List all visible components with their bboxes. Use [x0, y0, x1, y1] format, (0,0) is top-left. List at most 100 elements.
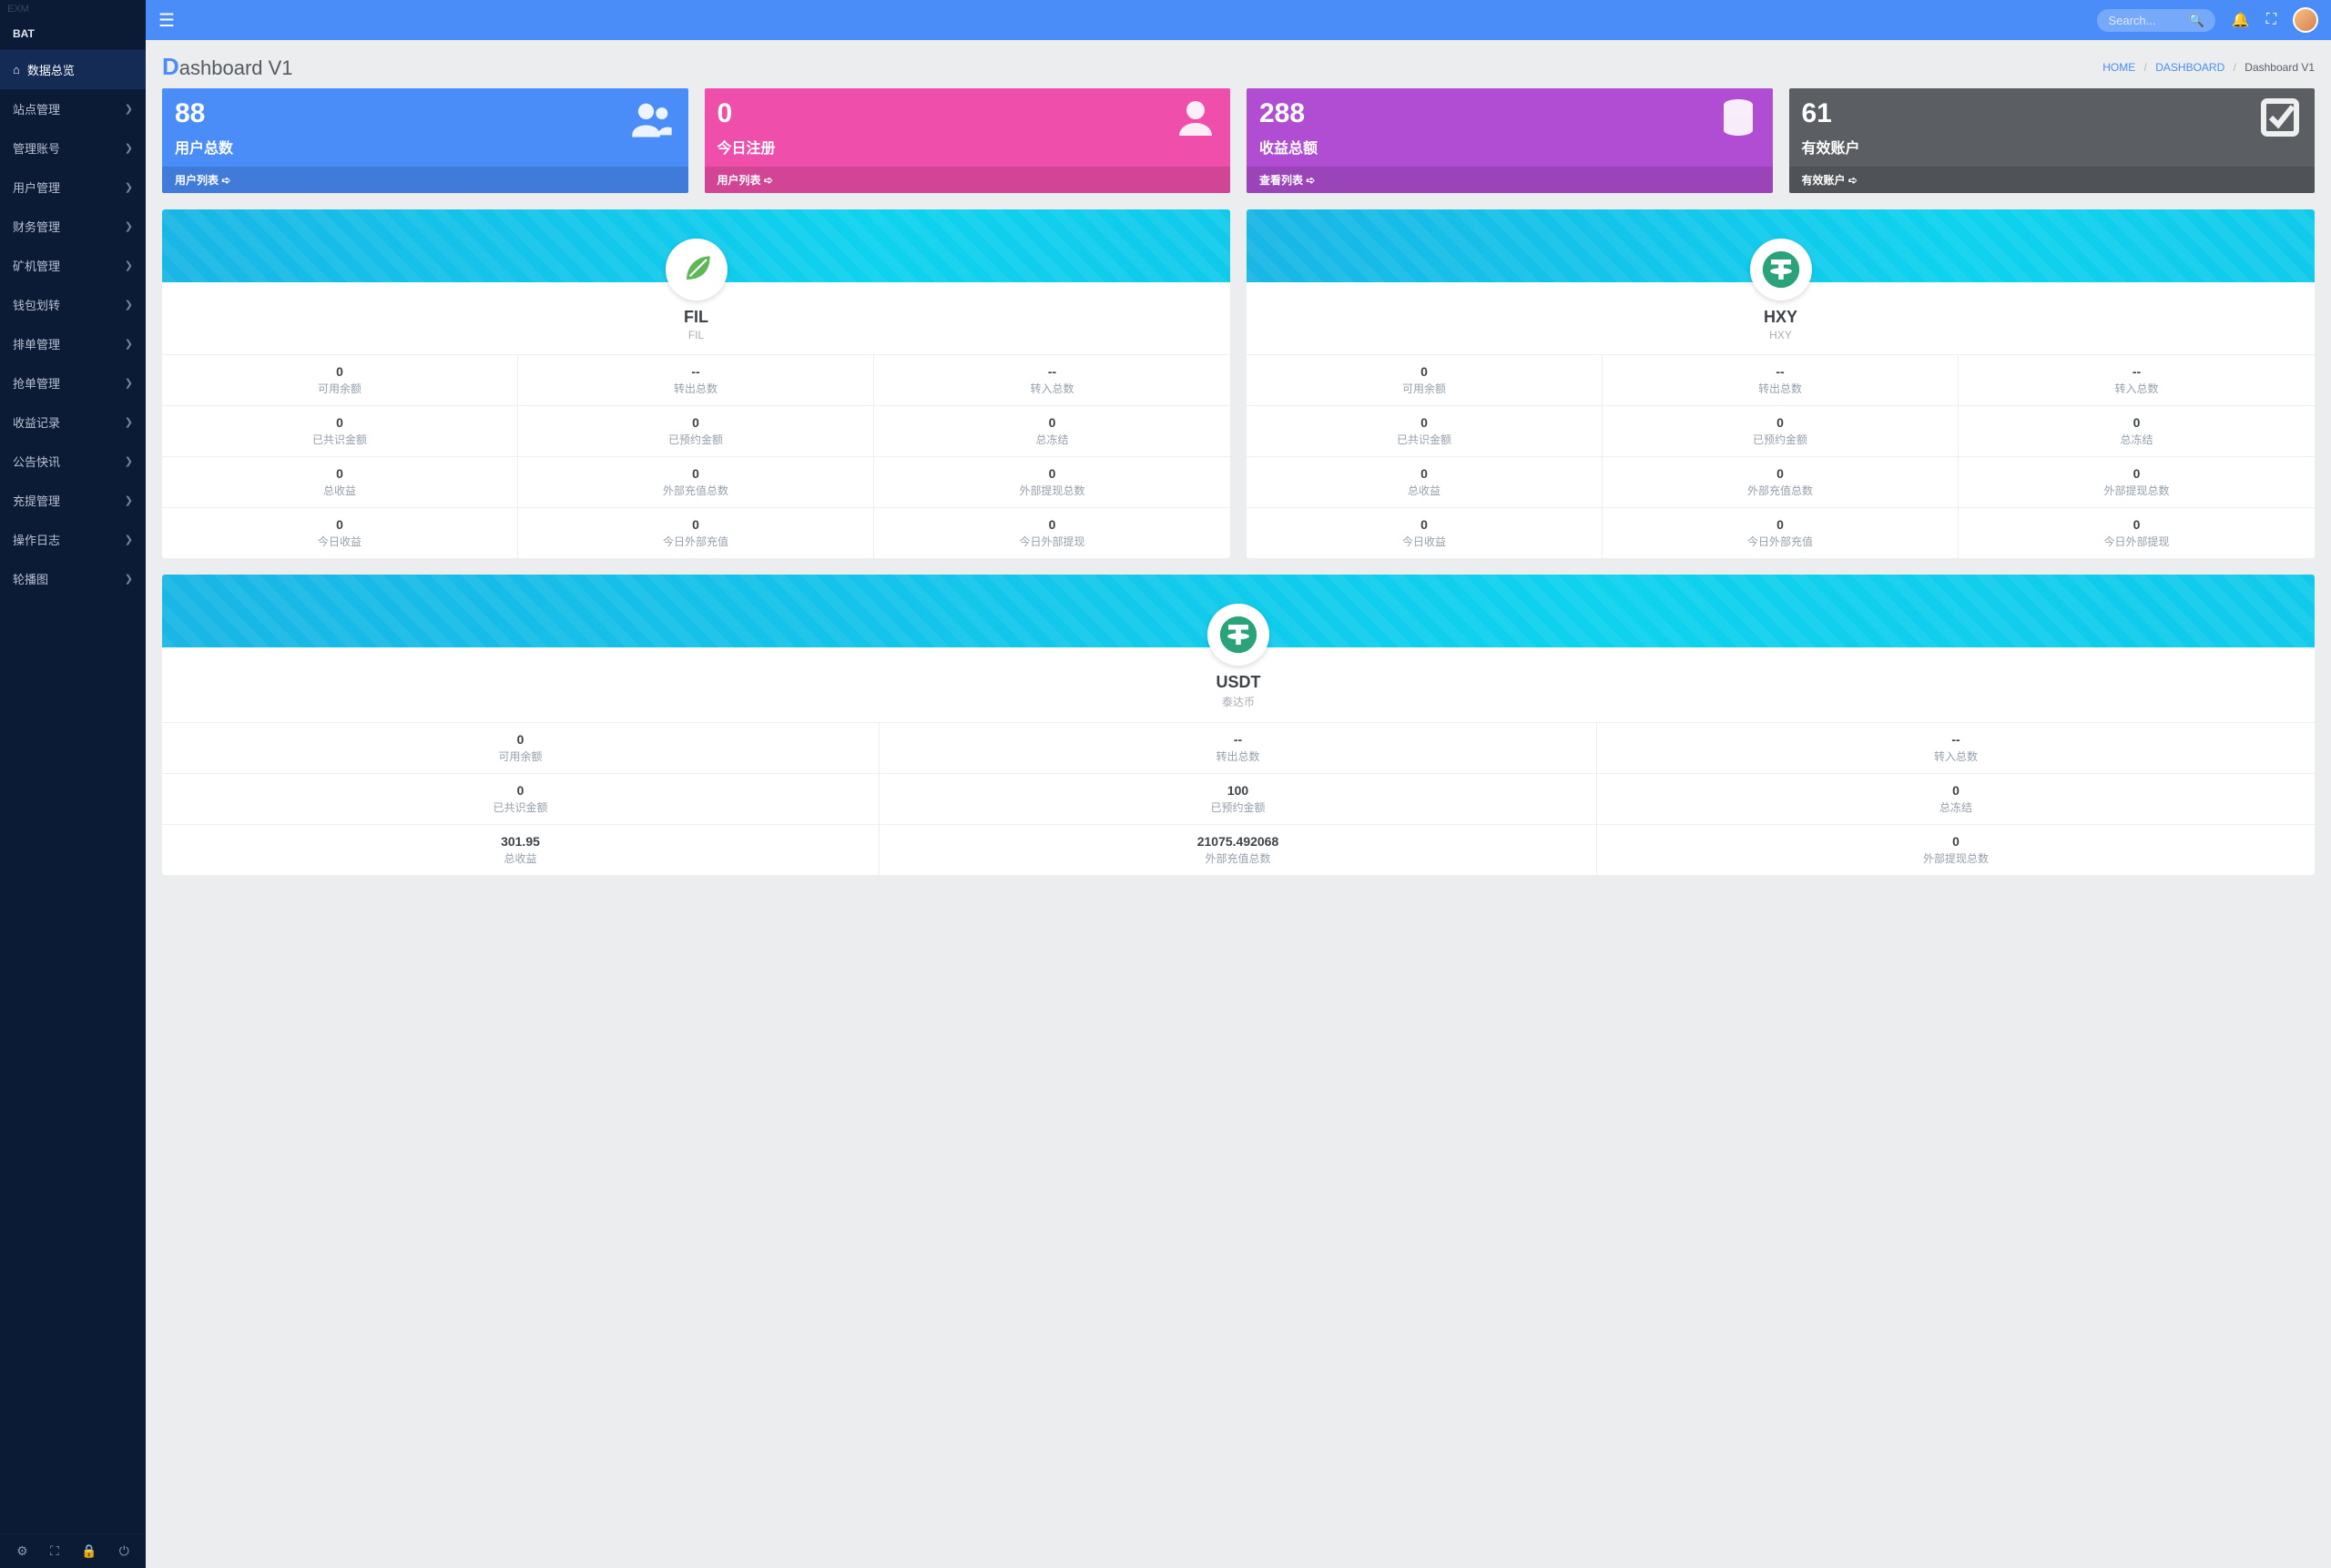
arrow-icon: ➪	[221, 174, 230, 187]
coin-label: 转入总数	[880, 381, 1225, 396]
chevron-right-icon: ❯	[125, 494, 133, 506]
sidebar-item[interactable]: 轮播图❯	[0, 559, 146, 598]
coin-value: 0	[1603, 834, 2309, 849]
sidebar-item[interactable]: 公告快讯 ❯	[0, 442, 146, 481]
stat-link[interactable]: 用户列表 ➪	[162, 167, 688, 193]
coin-value: 0	[1252, 415, 1596, 430]
power-icon[interactable]: ⏻	[119, 1543, 129, 1559]
sidebar-item[interactable]: 管理账号❯	[0, 128, 146, 168]
coin-cell: --转入总数	[874, 354, 1230, 405]
coin-value: 0	[1603, 783, 2309, 798]
coin-cell: 0总冻结	[874, 405, 1230, 456]
sidebar-item[interactable]: 矿机管理 ❯	[0, 246, 146, 285]
coin-cell: 0已预约金额	[1603, 405, 1959, 456]
sidebar-item-label: 数据总览	[27, 61, 75, 78]
sidebar-item-label: 用户管理	[13, 178, 60, 196]
avatar[interactable]	[2293, 7, 2318, 33]
coin-label: 今日外部充值	[524, 534, 868, 549]
coin-value: 0	[524, 517, 868, 532]
user-icon	[1174, 96, 1217, 139]
search-box[interactable]: 🔍	[2097, 9, 2214, 32]
search-input[interactable]	[2108, 14, 2181, 27]
coin-logo-icon	[666, 239, 728, 300]
arrow-icon: ➪	[1848, 174, 1858, 187]
stat-link[interactable]: 有效账户 ➪	[1789, 167, 2316, 193]
breadcrumb-dashboard[interactable]: DASHBOARD	[2155, 61, 2224, 74]
coin-cell: 301.95总收益	[162, 824, 880, 875]
stat-card: 88 用户总数 用户列表 ➪	[162, 88, 688, 193]
chevron-right-icon: ❯	[125, 181, 133, 193]
sidebar-item-label: 轮播图	[13, 570, 48, 587]
chevron-right-icon: ❯	[125, 416, 133, 428]
expand-icon[interactable]: ⛶	[50, 1543, 59, 1559]
coin-value: 301.95	[168, 834, 873, 849]
chevron-right-icon: ❯	[125, 534, 133, 545]
coin-value: 0	[880, 517, 1225, 532]
fullscreen-icon[interactable]: ⛶	[2266, 12, 2276, 28]
coin-banner	[162, 575, 2315, 647]
sidebar-item[interactable]: ⌂数据总览	[0, 50, 146, 89]
sidebar-item[interactable]: 站点管理❯	[0, 89, 146, 128]
sidebar-item-label: 公告快讯	[13, 453, 60, 470]
sidebar-item[interactable]: 财务管理❯	[0, 207, 146, 246]
coin-cell: 0外部充值总数	[1603, 456, 1959, 507]
sidebar-item-label: 矿机管理	[13, 257, 60, 274]
chevron-right-icon: ❯	[125, 260, 133, 271]
coin-label: 外部提现总数	[1603, 850, 2309, 866]
coin-label: 转入总数	[1964, 381, 2309, 396]
sidebar-item[interactable]: 收益记录❯	[0, 402, 146, 442]
sidebar: EXM BAT ⌂数据总览站点管理❯管理账号❯用户管理❯财务管理❯矿机管理❯钱包…	[0, 0, 146, 1568]
sidebar-item[interactable]: 抢单管理❯	[0, 363, 146, 402]
coin-value: 0	[1964, 466, 2309, 481]
coin-value: 0	[168, 364, 512, 379]
coin-cell: 0外部充值总数	[518, 456, 874, 507]
sidebar-item[interactable]: 操作日志❯	[0, 520, 146, 559]
chevron-right-icon: ❯	[125, 455, 133, 467]
coin-value: 100	[885, 783, 1591, 798]
coin-cell: 0可用余额	[162, 722, 880, 773]
coin-value: 0	[1608, 415, 1952, 430]
sidebar-item[interactable]: 用户管理 ❯	[0, 168, 146, 207]
sidebar-item-label: 钱包划转	[13, 296, 60, 313]
arrow-icon: ➪	[1306, 174, 1315, 187]
coin-cell: 0已共识金额	[162, 773, 880, 824]
breadcrumb-current: Dashboard V1	[2244, 61, 2315, 74]
coin-value: --	[885, 732, 1591, 747]
topbar: ☰ 🔍 🔔 ⛶	[146, 0, 2331, 40]
coin-name: USDT	[162, 673, 2315, 692]
sidebar-item-label: 管理账号	[13, 139, 60, 157]
page-title: Dashboard V1	[162, 53, 293, 81]
coin-label: 转出总数	[1608, 381, 1952, 396]
stat-link[interactable]: 查看列表 ➪	[1247, 167, 1773, 193]
breadcrumb-home[interactable]: HOME	[2102, 61, 2135, 74]
coin-value: 21075.492068	[885, 834, 1591, 849]
stat-link[interactable]: 用户列表 ➪	[705, 167, 1231, 193]
coin-value: 0	[1252, 364, 1596, 379]
coin-value: 0	[1608, 466, 1952, 481]
coin-value: --	[524, 364, 868, 379]
gear-icon[interactable]: ⚙	[16, 1543, 28, 1559]
coin-cell: 0总收益	[1247, 456, 1603, 507]
sidebar-item[interactable]: 钱包划转❯	[0, 285, 146, 324]
coin-label: 外部充值总数	[524, 483, 868, 498]
page-header: Dashboard V1 HOME / DASHBOARD / Dashboar…	[146, 40, 2331, 88]
lock-icon[interactable]: 🔒	[81, 1543, 97, 1559]
search-icon[interactable]: 🔍	[2188, 13, 2204, 28]
coin-label: 已预约金额	[885, 799, 1591, 815]
coin-label: 今日收益	[168, 534, 512, 549]
menu-toggle-icon[interactable]: ☰	[158, 9, 175, 32]
bell-icon[interactable]: 🔔	[2232, 11, 2250, 29]
sidebar-item[interactable]: 充提管理❯	[0, 481, 146, 520]
sidebar-item[interactable]: 排单管理❯	[0, 324, 146, 363]
coin-row: USDT泰达币 0可用余额--转出总数--转入总数0已共识金额100已预约金额0…	[146, 575, 2331, 891]
coin-cell: 0总冻结	[1959, 405, 2315, 456]
coin-value: 0	[1252, 466, 1596, 481]
coin-value: 0	[880, 415, 1225, 430]
coin-cell: 0今日外部提现	[1959, 507, 2315, 558]
users-icon	[628, 96, 676, 143]
coin-value: 0	[880, 466, 1225, 481]
coin-logo-icon	[1207, 604, 1269, 666]
coin-grid: 0可用余额--转出总数--转入总数0已共识金额0已预约金额0总冻结0总收益0外部…	[162, 354, 1230, 558]
coin-cell: 0今日收益	[1247, 507, 1603, 558]
coin-cell: 0今日外部充值	[1603, 507, 1959, 558]
